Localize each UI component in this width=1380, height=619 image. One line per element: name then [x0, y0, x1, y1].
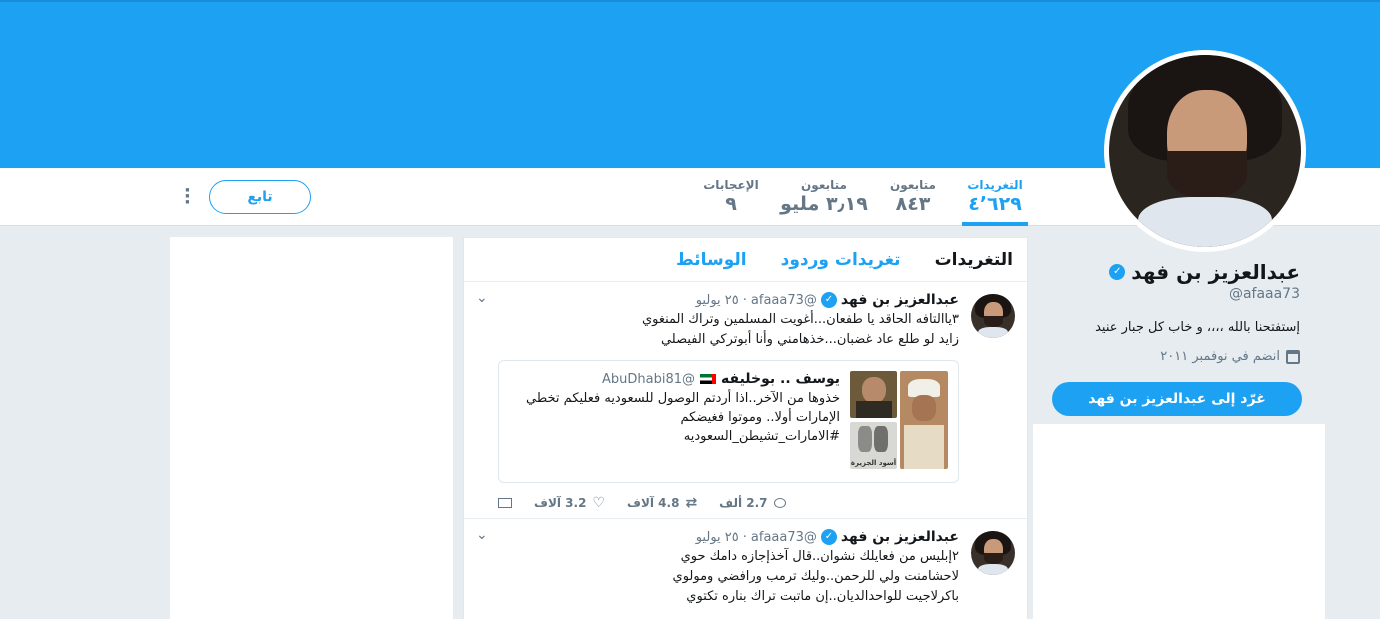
verified-icon: ✓ [1109, 264, 1126, 280]
tweet-line: ٢إبليس من فعايلك نشوان..قال آخذإجازه دام… [680, 549, 959, 564]
tab-media[interactable]: الوسائط [676, 250, 747, 270]
like-count: 3.2 آلاف [534, 496, 587, 510]
stat-likes-label: الإعجابات [703, 178, 759, 192]
stat-tweets-label: التغريدات [967, 178, 1023, 192]
stat-followers-label: متابعون [801, 178, 847, 192]
reply-icon [773, 498, 786, 508]
tweet-date[interactable]: ٢٥ يوليو [696, 530, 739, 545]
heart-icon: ♡ [592, 495, 605, 511]
quote-line: الإمارات أولا.. وموتوا فغيضكم [680, 410, 840, 425]
stat-followers-value: ٣٫١٩ مليو [780, 193, 868, 215]
stat-tweets[interactable]: التغريدات ٤٬٦٢٩ [962, 178, 1028, 226]
retweet-action[interactable]: ⇄ 4.8 آلاف [627, 495, 697, 511]
tweet-actions: 2.7 ألف ⇄ 4.8 آلاف ♡ 3.2 آلاف [498, 483, 959, 521]
tweet-to-button[interactable]: غرّد إلى عبدالعزيز بن فهد [1052, 382, 1302, 416]
retweet-icon: ⇄ [685, 495, 698, 511]
mail-icon [498, 498, 512, 508]
image-caption: أسود الجزيرة [850, 459, 897, 467]
follow-button[interactable]: تابع [209, 180, 311, 214]
tweet-header: عبدالعزيز بن فهد ✓ @afaaa73 · ٢٥ يوليو [498, 529, 959, 545]
profile-name-row: عبدالعزيز بن فهد ✓ [1040, 260, 1300, 284]
tweet-item[interactable]: ⌄ عبدالعزيز بن فهد ✓ @afaaa73 · ٢٥ يوليو… [464, 519, 1027, 619]
message-action[interactable] [498, 495, 512, 511]
reply-action[interactable]: 2.7 ألف [719, 495, 786, 511]
stat-following[interactable]: متابعون ٨٤٣ [888, 178, 938, 216]
chevron-down-icon[interactable]: ⌄ [476, 527, 488, 543]
tweet-header: عبدالعزيز بن فهد ✓ @afaaa73 · ٢٥ يوليو [498, 292, 959, 308]
tab-tweets[interactable]: التغريدات [935, 250, 1013, 270]
profile-joined-text: انضم في نوفمبر ٢٠١١ [1160, 349, 1280, 364]
tweet-line: ٣ياالتافه الحاقد يا طفعان...أغويت المسلم… [641, 312, 959, 327]
left-sidebar-card [170, 237, 453, 619]
timeline: التغريدات تغريدات وردود الوسائط ⌄ عبدالع… [463, 237, 1028, 619]
image-caption-card: أسود الجزيرة [850, 422, 897, 469]
profile-handle[interactable]: @afaaa73 [1040, 286, 1300, 302]
more-vertical-icon[interactable]: · · · [184, 182, 192, 212]
image-king [900, 371, 948, 469]
stat-following-label: متابعون [890, 178, 936, 192]
retweet-count: 4.8 آلاف [627, 496, 680, 510]
reply-count: 2.7 ألف [719, 496, 768, 510]
quoted-tweet-header: يوسف .. بوخليفه @AbuDhabi81 [509, 371, 840, 387]
image-portrait [850, 371, 897, 418]
stat-following-value: ٨٤٣ [895, 193, 931, 215]
dot-separator: · [742, 292, 747, 308]
tweet-avatar[interactable] [971, 294, 1015, 338]
quote-line: خذوها من الآخر..اذا أردتم الوصول للسعودي… [526, 391, 840, 406]
stat-followers[interactable]: متابعون ٣٫١٩ مليو [778, 178, 870, 216]
profile-bio: إستفتحنا بالله ،،،، و خاب كل جبار عنيد [1095, 320, 1300, 335]
calendar-icon [1286, 349, 1300, 364]
tweet-date[interactable]: ٢٥ يوليو [696, 293, 739, 308]
tweet-author-name[interactable]: عبدالعزيز بن فهد [841, 529, 959, 545]
profile-card: عبدالعزيز بن فهد ✓ @afaaa73 إستفتحنا بال… [1040, 260, 1300, 364]
tweet-avatar[interactable] [971, 531, 1015, 575]
tweet-line: زايد لو طلع عاد غضبان...خذهامني وأنا أبو… [660, 332, 959, 347]
profile-avatar[interactable] [1104, 50, 1306, 252]
stat-tweets-value: ٤٬٦٢٩ [968, 193, 1022, 215]
stat-likes[interactable]: الإعجابات ٩ [700, 178, 762, 216]
tweet-line: لاحشامنت ولي للرحمن..وليك ترمب ورافضي وم… [672, 569, 959, 584]
quoted-author-handle[interactable]: @AbuDhabi81 [602, 372, 695, 387]
tab-tweets-replies[interactable]: تغريدات وردود [781, 250, 901, 270]
uae-flag-icon [700, 374, 717, 384]
profile-name[interactable]: عبدالعزيز بن فهد [1131, 260, 1300, 284]
quoted-tweet-text: خذوها من الآخر..اذا أردتم الوصول للسعودي… [509, 389, 840, 446]
tweet-author-handle[interactable]: @afaaa73 [751, 530, 817, 545]
timeline-tabs: التغريدات تغريدات وردود الوسائط [464, 238, 1027, 282]
verified-icon: ✓ [820, 292, 837, 308]
dot-separator: · [742, 529, 747, 545]
chevron-down-icon[interactable]: ⌄ [476, 290, 488, 306]
quoted-tweet[interactable]: أسود الجزيرة يوسف .. بوخليفه @AbuDhabi81… [498, 360, 959, 483]
verified-icon: ✓ [820, 529, 837, 545]
quoted-author-name[interactable]: يوسف .. بوخليفه [721, 371, 840, 387]
like-action[interactable]: ♡ 3.2 آلاف [534, 495, 605, 511]
tweet-text: ٣ياالتافه الحاقد يا طفعان...أغويت المسلم… [498, 310, 959, 350]
tweet-author-name[interactable]: عبدالعزيز بن فهد [841, 292, 959, 308]
tweet-author-handle[interactable]: @afaaa73 [751, 293, 817, 308]
quoted-tweet-images[interactable]: أسود الجزيرة [850, 371, 948, 469]
tweet-text: ٢إبليس من فعايلك نشوان..قال آخذإجازه دام… [498, 547, 959, 607]
tweet-line: باكرلاجيت للواحدالديان..إن ماتبت تراك بن… [686, 589, 959, 604]
stat-likes-value: ٩ [725, 193, 737, 215]
right-sidebar-card [1033, 424, 1325, 619]
profile-joined: انضم في نوفمبر ٢٠١١ [1040, 349, 1300, 364]
tweet-item[interactable]: ⌄ عبدالعزيز بن فهد ✓ @afaaa73 · ٢٥ يوليو… [464, 282, 1027, 519]
quote-hashtag[interactable]: #الامارات_تشيطن_السعوديه [509, 427, 840, 446]
